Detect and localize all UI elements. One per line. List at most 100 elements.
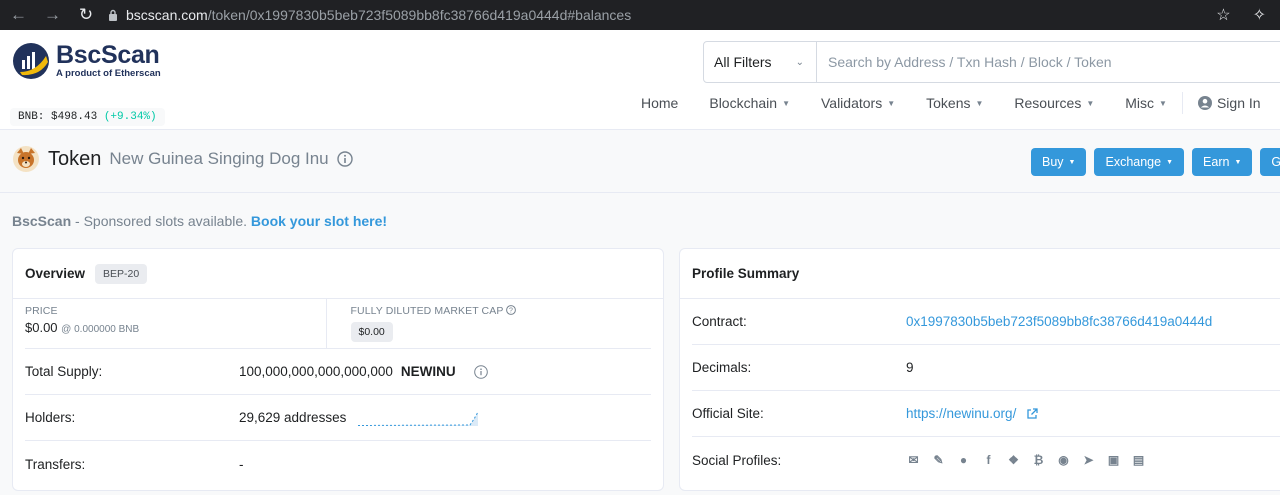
search-filter-select[interactable]: All Filters ⌄ [704,42,817,82]
sponsor-brand: BscScan [12,213,72,229]
info-icon[interactable] [473,364,488,379]
discord-icon[interactable]: ▣ [1106,453,1121,468]
site-header: BscScan A product of Etherscan BNB: $498… [0,30,1280,130]
external-link-icon[interactable] [1026,407,1038,420]
social-icons: ✉ ✎ ● f ❖ ₿ ◉ ➤ ▣ ▤ [906,453,1146,468]
bookmark-star-icon[interactable]: ☆ [1216,5,1230,25]
overview-title: Overview [25,266,86,281]
profile-summary-card: Profile Summary Contract: 0x1997830b5beb… [679,248,1280,491]
forward-arrow-icon[interactable]: → [44,5,61,25]
lock-icon [109,9,117,21]
chevron-down-icon: ▼ [1234,158,1242,166]
holders-label: Holders: [25,410,76,425]
nav-blockchain[interactable]: Blockchain ▼ [709,95,790,111]
whitepaper-icon[interactable]: ▤ [1131,453,1146,468]
exchange-label: Exchange [1105,155,1162,169]
twitter-icon[interactable]: ❖ [1006,453,1021,468]
email-icon[interactable]: ✉ [906,453,921,468]
gaming-button[interactable]: Ga [1260,148,1280,176]
chevron-down-icon: ▼ [887,98,896,108]
contract-address-link[interactable]: 0x1997830b5beb723f5089bb8fc38766d419a044… [906,314,1212,329]
market-cap-value: $0.00 [350,322,393,342]
contract-row: Contract: 0x1997830b5beb723f5089bb8fc387… [692,299,1280,345]
nav-divider [1181,92,1183,114]
bnb-price-badge: BNB: $498.43 (+9.34%) [10,108,165,126]
market-cap-column: FULLY DILUTED MARKET CAP ? $0.00 [325,299,652,348]
token-name: New Guinea Singing Dog Inu [109,149,329,168]
total-supply-row: Total Supply: 100,000,000,000,000,000 NEW… [25,349,651,395]
facebook-icon[interactable]: f [981,453,996,468]
page-header: Token New Guinea Singing Dog Inu Buy ▼ Ex… [0,131,1280,193]
search-filter-label: All Filters [714,54,772,70]
transfers-label: Transfers: [25,456,86,472]
nav-misc[interactable]: Misc ▼ [1125,95,1167,111]
token-standard-badge: BEP-20 [95,263,148,284]
overview-header: Overview BEP-20 [13,249,663,299]
contract-label: Contract: [692,314,747,329]
chevron-down-icon: ▼ [1068,158,1076,166]
address-bar[interactable]: bscscan.com/token/0x1997830b5beb723f5089… [108,0,1270,30]
user-circle-icon [1197,96,1212,110]
profile-summary-title: Profile Summary [692,266,800,281]
search-input[interactable] [817,42,1280,82]
blog-icon[interactable]: ✎ [931,453,946,468]
bscscan-logo[interactable]: BscScan A product of Etherscan [12,42,161,80]
token-symbol: NEWINU [400,364,456,379]
url-host: bscscan.com [126,7,208,23]
official-site-row: Official Site: https://newinu.org/ [692,391,1280,437]
profile-summary-header: Profile Summary [680,249,1280,299]
back-arrow-icon[interactable]: ← [10,5,27,25]
nav-misc-label: Misc [1125,95,1155,111]
nav-tokens[interactable]: Tokens ▼ [926,95,983,111]
exchange-button[interactable]: Exchange ▼ [1094,148,1185,176]
decimals-row: Decimals: 9 [692,345,1280,391]
buy-button[interactable]: Buy ▼ [1031,148,1087,176]
github-icon[interactable]: ◉ [1056,453,1071,468]
official-site-link[interactable]: https://newinu.org/ [906,406,1016,421]
bnb-price: BNB: $498.43 [18,111,98,123]
telegram-icon[interactable]: ➤ [1081,453,1096,468]
nav-home-label: Home [641,95,679,111]
brand-tagline: A product of Etherscan [56,68,161,79]
brand-name: BscScan [56,41,160,69]
buy-label: Buy [1042,155,1064,169]
nav-tokens-label: Tokens [926,95,971,111]
chevron-down-icon: ▼ [975,98,984,108]
reload-icon[interactable]: ↻ [78,5,94,25]
decimals-value: 9 [906,360,914,375]
earn-button[interactable]: Earn ▼ [1192,148,1253,176]
total-supply-label: Total Supply: [25,364,103,379]
extensions-icon[interactable]: ✧ [1253,5,1266,25]
info-icon[interactable] [336,151,353,167]
social-profiles-label: Social Profiles: [692,452,782,468]
nav-validators[interactable]: Validators ▼ [821,95,895,111]
holders-value: 29,629 addresses [239,410,347,425]
price-column: PRICE $0.00 @ 0.000000 BNB [25,299,326,348]
chevron-down-icon: ▼ [782,98,790,108]
price-value: $0.00 [25,320,58,335]
token-logo-icon [13,146,39,172]
book-slot-link[interactable]: Book your slot here! [251,213,387,229]
svg-text:?: ? [509,308,513,315]
reddit-icon[interactable]: ● [956,453,971,468]
nav-blockchain-label: Blockchain [709,95,778,111]
bscscan-logo-icon [13,43,49,79]
page-title-token: Token [48,147,102,170]
holders-row: Holders: 29,629 addresses [25,395,651,441]
bitcointalk-icon[interactable]: ₿ [1031,453,1046,468]
question-circle-icon[interactable]: ? [506,305,517,315]
transfers-row: Transfers: - [25,441,651,487]
price-bnb: @ 0.000000 BNB [61,324,140,335]
nav-home[interactable]: Home [641,95,678,111]
chevron-down-icon: ▼ [1159,98,1167,108]
nav-validators-label: Validators [820,95,883,111]
gaming-label: Ga [1271,155,1280,169]
sign-in-link[interactable]: Sign In [1197,95,1261,111]
social-profiles-row: Social Profiles: ✉ ✎ ● f ❖ ₿ ◉ ➤ ▣ ▤ [692,437,1280,483]
bnb-price-change: (+9.34%) [103,111,157,123]
overview-card: Overview BEP-20 PRICE $0.00 @ 0.000000 B… [12,248,664,491]
search-bar: All Filters ⌄ [703,41,1280,83]
chevron-down-icon: ▼ [1166,158,1174,166]
nav-resources[interactable]: Resources ▼ [1014,95,1094,111]
decimals-label: Decimals: [692,360,752,375]
